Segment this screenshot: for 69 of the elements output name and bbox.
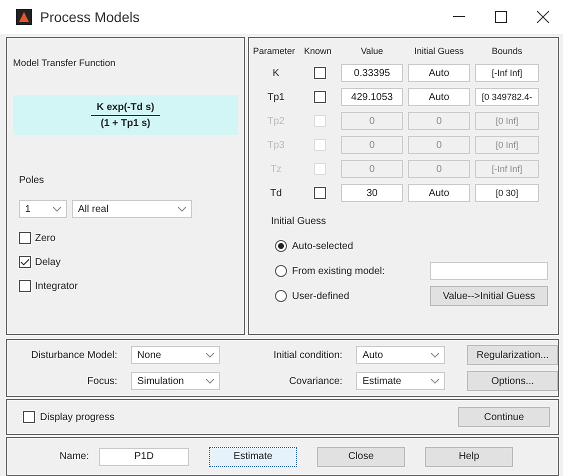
focus-dropdown[interactable]: Simulation (131, 372, 220, 390)
options-button[interactable]: Options... (467, 371, 558, 391)
value-field[interactable]: 30 (341, 184, 403, 202)
app-icon (16, 9, 32, 25)
checkbox[interactable] (23, 411, 35, 423)
radio-button[interactable] (275, 265, 287, 277)
continue-button[interactable]: Continue (458, 407, 550, 427)
parameter-name: Td (269, 188, 283, 198)
bounds-field[interactable]: [0 30] (475, 184, 539, 202)
transfer-function: K exp(-Td s) (1 + Tp1 s) (13, 95, 238, 135)
chevron-icon (431, 352, 440, 358)
value-to-guess-button[interactable]: Value-->Initial Guess (430, 286, 548, 306)
checkbox[interactable] (19, 232, 31, 244)
chevron-icon (178, 206, 186, 212)
chevron-icon (53, 206, 61, 212)
known-checkbox[interactable] (314, 91, 326, 103)
radio-label: From existing model: (292, 266, 386, 276)
dialog-button[interactable]: Help (425, 446, 513, 466)
column-header: Value (360, 46, 384, 56)
close-icon[interactable] (537, 11, 549, 23)
radio-button[interactable] (275, 240, 287, 252)
column-header: Initial Guess (413, 46, 465, 56)
column-header: Known (304, 46, 333, 56)
chevron-icon (206, 352, 214, 358)
poles-count-dropdown[interactable]: 1 (19, 200, 67, 218)
name-field[interactable]: P1D (99, 448, 189, 466)
field-label: Covariance: (288, 376, 342, 386)
initial-condition-dropdown[interactable]: Auto (356, 346, 446, 364)
radio-label: Auto-selected (292, 240, 354, 252)
field-label: Focus: (86, 376, 118, 386)
initial-guess-field[interactable]: Auto (408, 184, 470, 202)
checkbox[interactable] (19, 256, 31, 268)
parameter-name: K (272, 68, 280, 78)
initial-guess-field[interactable]: Auto (408, 64, 470, 82)
window-title: Process Models (40, 9, 140, 25)
known-checkbox[interactable] (314, 187, 326, 199)
value-field[interactable]: 429.1053 (341, 88, 403, 106)
chevron-icon (206, 378, 214, 384)
checkbox-label: Delay (35, 256, 61, 268)
checkbox-label: Display progress (40, 412, 114, 422)
poles-type-dropdown[interactable]: All real (72, 200, 192, 218)
name-label: Name: (58, 451, 89, 462)
checkbox[interactable] (19, 280, 31, 292)
covariance-dropdown[interactable]: Estimate (356, 372, 446, 390)
column-header: Parameter (253, 46, 296, 56)
section-heading: Initial Guess (271, 216, 328, 227)
regularization-button[interactable]: Regularization... (467, 345, 558, 365)
model-name-field[interactable] (430, 262, 548, 280)
bounds-field[interactable]: [0 349782.4- (475, 88, 539, 106)
value-field[interactable]: 0.33395 (341, 64, 403, 82)
checkbox-label: Zero (35, 232, 56, 244)
radio-label: User-defined (292, 290, 350, 302)
known-checkbox[interactable] (314, 67, 326, 79)
chevron-icon (431, 378, 440, 384)
radio-button[interactable] (275, 290, 287, 302)
maximize-icon[interactable] (495, 11, 507, 23)
parameter-name: Tp1 (266, 92, 286, 102)
field-label: Initial condition: (272, 350, 342, 360)
dialog-button[interactable]: Close (317, 446, 405, 466)
column-header: Bounds (490, 46, 524, 56)
initial-guess-field[interactable]: Auto (408, 88, 470, 106)
bounds-field[interactable]: [-Inf Inf] (475, 64, 539, 82)
estimate-button[interactable]: Estimate (209, 446, 297, 466)
checkbox-label: Integrator (35, 280, 78, 292)
disturbance-dropdown[interactable]: None (131, 346, 220, 364)
minimize-icon[interactable] (453, 16, 465, 18)
field-label: Disturbance Model: (30, 350, 118, 360)
poles-label: Poles (19, 175, 46, 186)
section-heading: Model Transfer Function (13, 58, 116, 69)
